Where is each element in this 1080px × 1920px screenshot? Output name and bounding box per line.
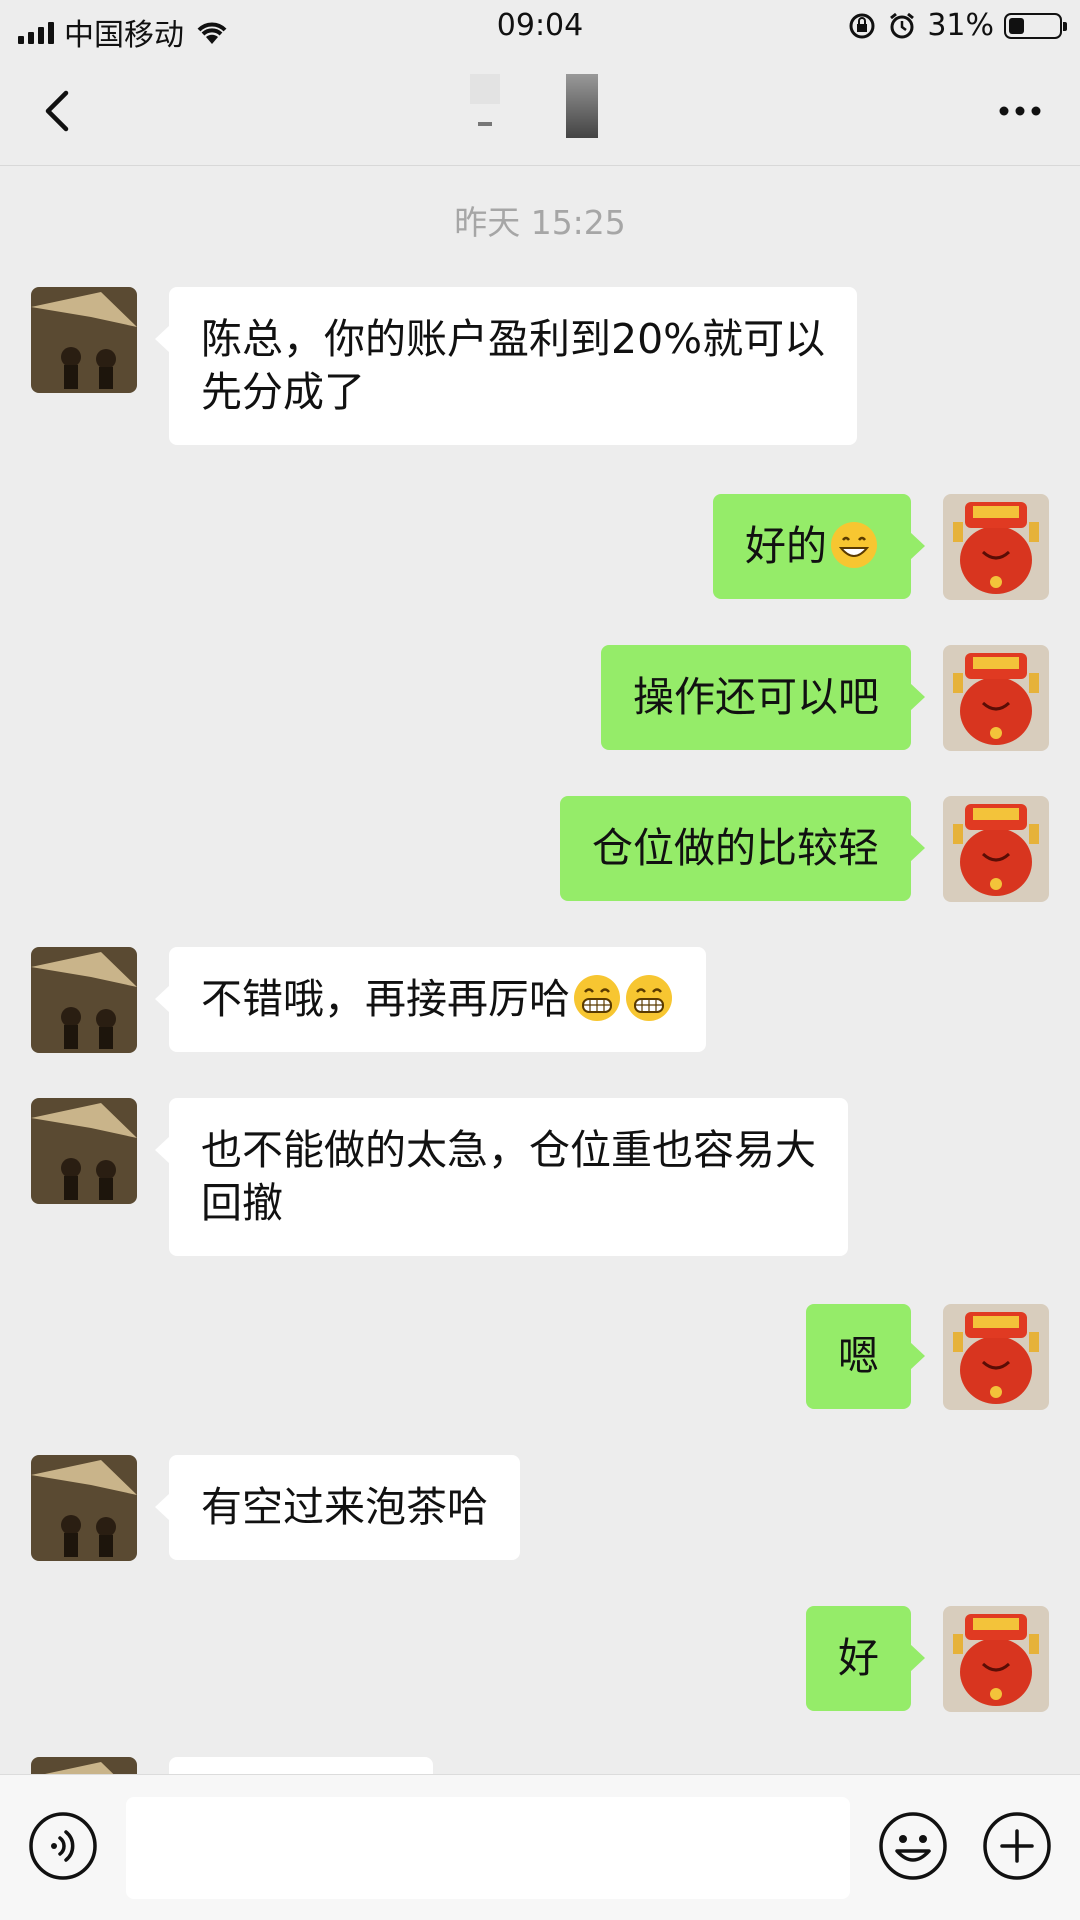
self-avatar[interactable] [943, 645, 1049, 751]
status-bar: 中国移动 09:04 31% [0, 0, 1080, 56]
rotation-lock-icon [849, 13, 875, 38]
battery-fill [1009, 17, 1024, 34]
message-bubble-outgoing[interactable]: 仓位做的比较轻 [560, 796, 925, 901]
input-bar [0, 1774, 1080, 1920]
message-bubble-incoming[interactable]: 也不能做的太急，仓位重也容易大 回撤 [155, 1098, 848, 1256]
battery-percent: 31% [927, 8, 994, 43]
grin-emoji-icon [831, 522, 877, 568]
message-bubble-incoming[interactable]: 不错哦，再接再厉哈 [155, 947, 706, 1052]
message-text: 不错哦，再接再厉哈 [201, 975, 570, 1023]
plus-icon[interactable] [982, 1811, 1052, 1881]
status-right: 31% [847, 8, 1067, 43]
voice-icon[interactable] [28, 1811, 98, 1881]
contact-avatar[interactable] [31, 1757, 137, 1774]
contact-avatar[interactable] [31, 947, 137, 1053]
message-bubble-outgoing[interactable]: 好的 [713, 494, 925, 599]
message-bubble-incoming-partial[interactable] [169, 1757, 433, 1774]
self-avatar[interactable] [943, 494, 1049, 600]
message-input[interactable] [126, 1797, 850, 1899]
alarm-icon [890, 12, 915, 38]
chat-area[interactable]: 昨天 15:25 陈总，你的账户盈利到20%就可以 先分成了 好的 操作还可以吧… [0, 166, 1080, 1774]
back-arrow-icon[interactable] [30, 81, 90, 141]
big-grin-emoji-icon [574, 975, 620, 1021]
contact-avatar[interactable] [31, 1455, 137, 1561]
message-timestamp: 昨天 15:25 [454, 203, 626, 242]
self-avatar[interactable] [943, 796, 1049, 902]
message-bubble-incoming[interactable]: 有空过来泡茶哈 [155, 1455, 520, 1560]
more-dots-icon[interactable] [990, 81, 1050, 141]
battery-icon [1004, 12, 1067, 39]
contact-name-redacted [460, 74, 610, 154]
message-bubble-outgoing[interactable]: 嗯 [806, 1304, 925, 1409]
contact-avatar[interactable] [31, 287, 137, 393]
message-text: 好的 [745, 522, 827, 570]
chat-header [0, 56, 1080, 166]
big-grin-emoji-icon [626, 975, 672, 1021]
emoji-face-icon[interactable] [878, 1811, 948, 1881]
self-avatar[interactable] [943, 1304, 1049, 1410]
message-bubble-outgoing[interactable]: 好 [806, 1606, 925, 1711]
message-bubble-outgoing[interactable]: 操作还可以吧 [601, 645, 925, 750]
self-avatar[interactable] [943, 1606, 1049, 1712]
message-bubble-incoming[interactable]: 陈总，你的账户盈利到20%就可以 先分成了 [154, 287, 858, 445]
contact-avatar[interactable] [31, 1098, 137, 1204]
